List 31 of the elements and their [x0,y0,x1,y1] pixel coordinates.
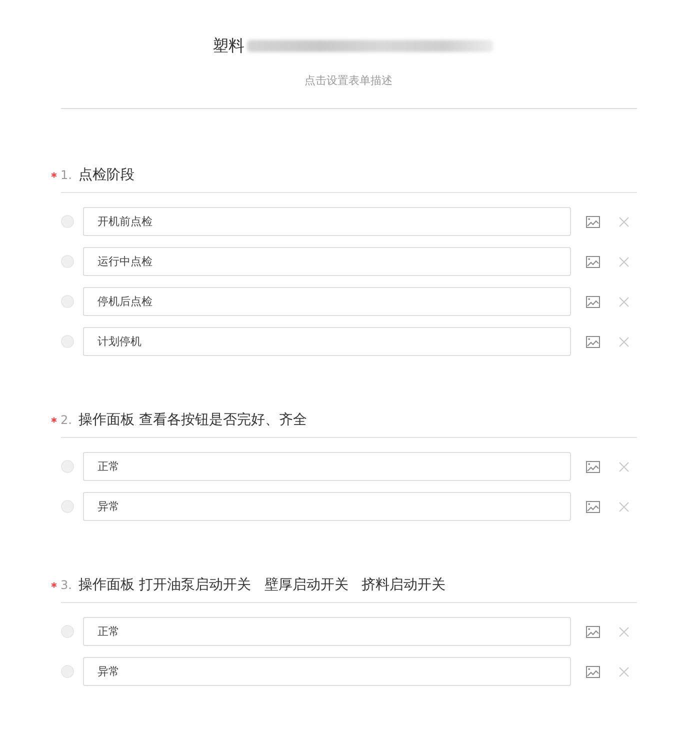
option-input-field[interactable]: 正常 [82,452,570,481]
question-title: 操作面板 查看各按钮是否完好、齐全 [78,411,307,430]
question-title: 操作面板 打开油泵启动开关 壁厚启动开关 挤料启动开关 [78,576,446,595]
close-icon[interactable] [618,336,628,346]
option-input-field[interactable]: 开机前点检 [82,207,570,236]
option-input-field[interactable]: 运行中点检 [82,247,570,276]
option-input-field[interactable]: 正常 [82,617,570,646]
option-input-field[interactable]: 异常 [82,492,570,521]
question-number: 2. [60,413,73,427]
option-input-field[interactable]: 计划停机 [82,327,570,356]
image-icon[interactable] [586,296,600,308]
close-icon[interactable] [618,666,628,676]
close-icon[interactable] [618,256,628,266]
form-title: 塑料 [212,35,244,57]
image-icon[interactable] [586,460,600,472]
question-number: 3. [60,578,73,592]
image-icon[interactable] [586,336,600,348]
close-icon[interactable] [618,216,628,226]
close-icon[interactable] [618,502,628,512]
image-icon[interactable] [586,626,600,638]
close-icon[interactable] [618,462,628,472]
close-icon[interactable] [618,626,628,636]
image-icon[interactable] [586,666,600,678]
image-icon[interactable] [586,500,600,512]
option-input-field[interactable]: 异常 [82,657,570,686]
option-input-field[interactable]: 停机后点检 [82,287,570,316]
question-title: 点检阶段 [78,166,134,185]
image-icon[interactable] [586,216,600,228]
question-number: 1. [60,168,73,182]
close-icon[interactable] [618,296,628,306]
image-icon[interactable] [586,256,600,268]
